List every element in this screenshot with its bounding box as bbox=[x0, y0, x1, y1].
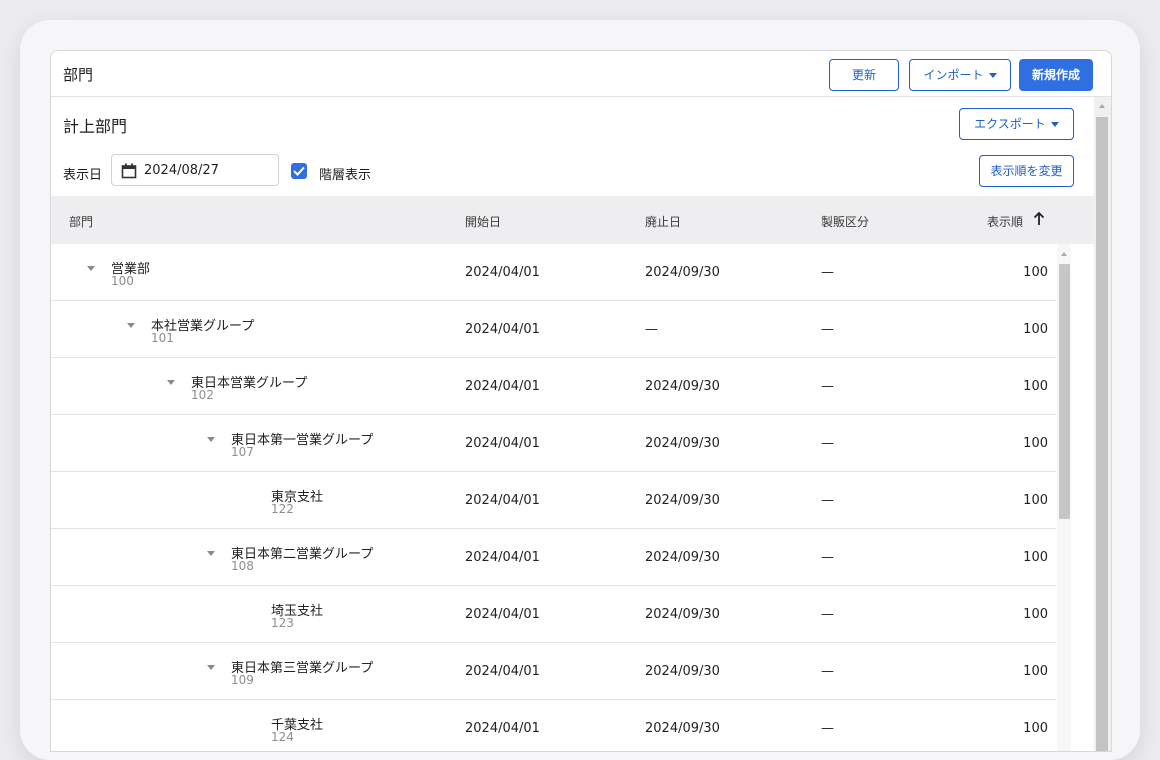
end-date-cell: 2024/09/30 bbox=[645, 721, 720, 736]
department-code: 101 bbox=[151, 331, 174, 345]
expand-toggle-icon[interactable] bbox=[207, 551, 215, 556]
display-order-cell: 100 bbox=[1023, 265, 1048, 280]
department-code: 122 bbox=[271, 502, 294, 516]
import-button[interactable]: インポート bbox=[909, 59, 1011, 91]
sales-category-cell: — bbox=[821, 493, 834, 508]
section-title: 計上部門 bbox=[63, 117, 128, 136]
column-header-end-date[interactable]: 廃止日 bbox=[645, 213, 681, 230]
start-date-cell: 2024/04/01 bbox=[465, 436, 540, 451]
start-date-cell: 2024/04/01 bbox=[465, 322, 540, 337]
change-order-button[interactable]: 表示順を変更 bbox=[979, 155, 1074, 187]
department-code: 107 bbox=[231, 445, 254, 459]
expand-toggle-icon[interactable] bbox=[127, 323, 135, 328]
sales-category-cell: — bbox=[821, 664, 834, 679]
table-row[interactable]: 千葉支社 124 2024/04/01 2024/09/30—100 bbox=[51, 700, 1056, 751]
expand-toggle-icon[interactable] bbox=[207, 665, 215, 670]
display-order-cell: 100 bbox=[1023, 550, 1048, 565]
department-code: 100 bbox=[111, 274, 134, 288]
end-date-cell: 2024/09/30 bbox=[645, 607, 720, 622]
export-button-label: エクスポート bbox=[974, 117, 1046, 131]
department-panel: 部門 更新 インポート 新規作成 計上部門 エクスポート 表示日 2024/08… bbox=[50, 50, 1112, 752]
start-date-cell: 2024/04/01 bbox=[465, 721, 540, 736]
table-scrollbar[interactable] bbox=[1057, 244, 1071, 751]
table-row[interactable]: 東京支社 122 2024/04/01 2024/09/30—100 bbox=[51, 472, 1056, 529]
chevron-down-icon bbox=[988, 73, 997, 78]
end-date-cell: 2024/09/30 bbox=[645, 664, 720, 679]
import-button-label: インポート bbox=[923, 68, 984, 82]
end-date-cell: 2024/09/30 bbox=[645, 436, 720, 451]
start-date-cell: 2024/04/01 bbox=[465, 265, 540, 280]
sort-ascending-icon[interactable] bbox=[1033, 212, 1045, 226]
panel-scrollbar-thumb[interactable] bbox=[1096, 117, 1108, 751]
end-date-cell: 2024/09/30 bbox=[645, 379, 720, 394]
column-header-start-date[interactable]: 開始日 bbox=[465, 213, 501, 230]
start-date-cell: 2024/04/01 bbox=[465, 664, 540, 679]
new-button-label: 新規作成 bbox=[1031, 68, 1080, 82]
table-header: 部門 開始日 廃止日 製販区分 表示順 bbox=[51, 196, 1111, 244]
chevron-down-icon bbox=[1050, 122, 1059, 127]
panel-scrollbar[interactable] bbox=[1094, 97, 1111, 751]
display-date-label: 表示日 bbox=[63, 168, 103, 183]
department-code: 108 bbox=[231, 559, 254, 573]
change-order-button-label: 表示順を変更 bbox=[990, 164, 1063, 178]
expand-toggle-icon[interactable] bbox=[207, 437, 215, 442]
column-header-department[interactable]: 部門 bbox=[69, 213, 93, 230]
end-date-cell: — bbox=[645, 322, 658, 337]
new-button[interactable]: 新規作成 bbox=[1019, 59, 1093, 91]
end-date-cell: 2024/09/30 bbox=[645, 550, 720, 565]
sales-category-cell: — bbox=[821, 265, 834, 280]
hierarchy-label: 階層表示 bbox=[319, 168, 372, 183]
refresh-button-label: 更新 bbox=[851, 68, 876, 82]
display-date-value: 2024/08/27 bbox=[144, 163, 219, 178]
department-code: 102 bbox=[191, 388, 214, 402]
table-row[interactable]: 東日本第三営業グループ 109 2024/04/01 2024/09/30—100 bbox=[51, 643, 1056, 700]
export-button[interactable]: エクスポート bbox=[959, 108, 1074, 140]
sales-category-cell: — bbox=[821, 379, 834, 394]
sales-category-cell: — bbox=[821, 721, 834, 736]
end-date-cell: 2024/09/30 bbox=[645, 265, 720, 280]
page-title: 部門 bbox=[63, 66, 94, 84]
scroll-up-icon bbox=[1061, 252, 1067, 256]
scroll-up-icon bbox=[1099, 104, 1105, 108]
table-row[interactable]: 本社営業グループ 101 2024/04/01— —100 bbox=[51, 301, 1056, 358]
table-row[interactable]: 東日本第一営業グループ 107 2024/04/01 2024/09/30—100 bbox=[51, 415, 1056, 472]
table-row[interactable]: 埼玉支社 123 2024/04/01 2024/09/30—100 bbox=[51, 586, 1056, 643]
department-code: 123 bbox=[271, 616, 294, 630]
display-order-cell: 100 bbox=[1023, 664, 1048, 679]
sales-category-cell: — bbox=[821, 322, 834, 337]
panel-header: 部門 更新 インポート 新規作成 bbox=[51, 51, 1111, 97]
table-row[interactable]: 東日本第二営業グループ 108 2024/04/01 2024/09/30—100 bbox=[51, 529, 1056, 586]
sales-category-cell: — bbox=[821, 607, 834, 622]
check-icon bbox=[293, 166, 305, 176]
display-order-cell: 100 bbox=[1023, 436, 1048, 451]
department-code: 124 bbox=[271, 730, 294, 744]
column-header-sales-category[interactable]: 製販区分 bbox=[821, 213, 869, 230]
start-date-cell: 2024/04/01 bbox=[465, 607, 540, 622]
expand-toggle-icon[interactable] bbox=[87, 266, 95, 271]
table-scrollbar-thumb[interactable] bbox=[1059, 264, 1070, 519]
department-code: 109 bbox=[231, 673, 254, 687]
calendar-icon bbox=[121, 163, 137, 179]
display-date-input[interactable]: 2024/08/27 bbox=[111, 154, 279, 186]
sales-category-cell: — bbox=[821, 436, 834, 451]
department-table-body: 営業部 100 2024/04/01 2024/09/30—100 本社営業グループ 10… bbox=[51, 244, 1056, 751]
display-order-cell: 100 bbox=[1023, 493, 1048, 508]
end-date-cell: 2024/09/30 bbox=[645, 493, 720, 508]
start-date-cell: 2024/04/01 bbox=[465, 550, 540, 565]
display-order-cell: 100 bbox=[1023, 721, 1048, 736]
display-order-cell: 100 bbox=[1023, 379, 1048, 394]
table-row[interactable]: 東日本営業グループ 102 2024/04/01 2024/09/30—100 bbox=[51, 358, 1056, 415]
sales-category-cell: — bbox=[821, 550, 834, 565]
start-date-cell: 2024/04/01 bbox=[465, 379, 540, 394]
start-date-cell: 2024/04/01 bbox=[465, 493, 540, 508]
display-order-cell: 100 bbox=[1023, 607, 1048, 622]
expand-toggle-icon[interactable] bbox=[167, 380, 175, 385]
column-header-display-order[interactable]: 表示順 bbox=[987, 213, 1023, 230]
hierarchy-checkbox[interactable] bbox=[291, 163, 307, 179]
table-row[interactable]: 営業部 100 2024/04/01 2024/09/30—100 bbox=[51, 244, 1056, 301]
refresh-button[interactable]: 更新 bbox=[829, 59, 899, 91]
display-order-cell: 100 bbox=[1023, 322, 1048, 337]
